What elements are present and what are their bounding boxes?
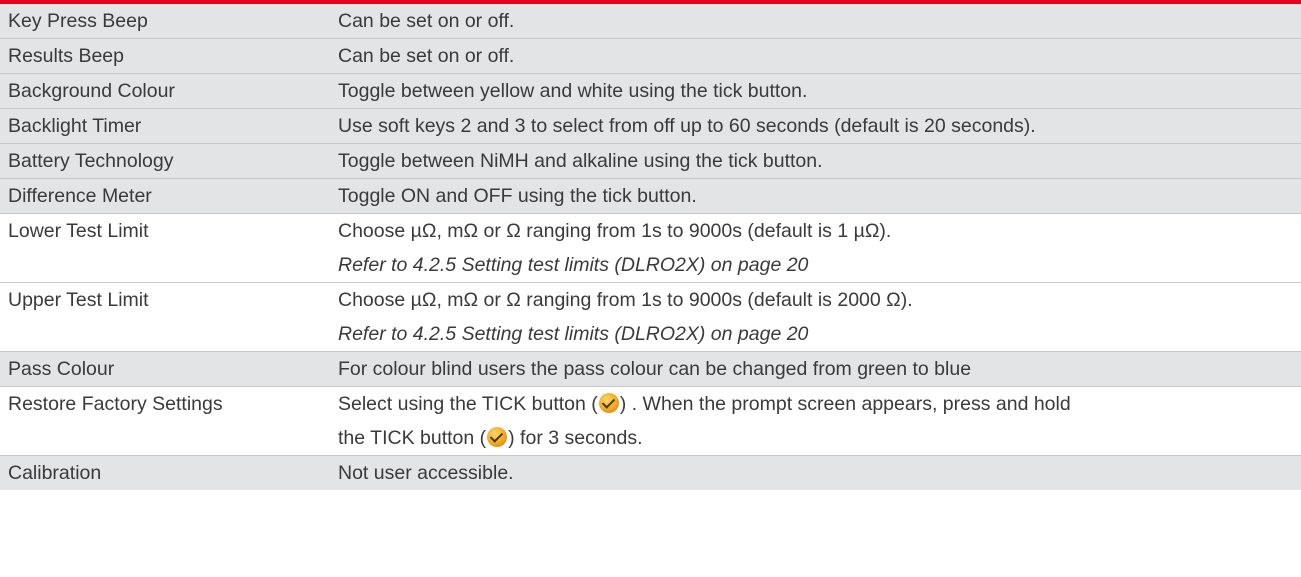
table-row: Lower Test Limit Choose µΩ, mΩ or Ω rang… (0, 213, 1301, 283)
setting-description: Select using the TICK button ( ) . When t… (330, 386, 1301, 456)
setting-description: Choose µΩ, mΩ or Ω ranging from 1s to 90… (330, 282, 1301, 352)
setting-name: Background Colour (0, 73, 330, 109)
setting-name: Upper Test Limit (0, 282, 330, 352)
table-row: Backlight Timer Use soft keys 2 and 3 to… (0, 108, 1301, 144)
setting-description: Toggle ON and OFF using the tick button. (330, 178, 1301, 214)
setting-description: Can be set on or off. (330, 4, 1301, 39)
settings-table: Key Press Beep Can be set on or off. Res… (0, 4, 1301, 490)
setting-description: Use soft keys 2 and 3 to select from off… (330, 108, 1301, 144)
cross-reference: Refer to 4.2.5 Setting test limits (DLRO… (338, 323, 809, 345)
table-row: Pass Colour For colour blind users the p… (0, 351, 1301, 387)
setting-description: Toggle between yellow and white using th… (330, 73, 1301, 109)
table-row: Background Colour Toggle between yellow … (0, 73, 1301, 109)
table-row: Results Beep Can be set on or off. (0, 38, 1301, 74)
description-line: the TICK button ( ) for 3 seconds. (338, 421, 1293, 455)
description-text: Choose µΩ, mΩ or Ω ranging from 1s to 90… (338, 289, 913, 311)
tick-button-icon (487, 427, 508, 447)
setting-name: Results Beep (0, 38, 330, 74)
setting-name: Backlight Timer (0, 108, 330, 144)
setting-description: Choose µΩ, mΩ or Ω ranging from 1s to 90… (330, 213, 1301, 283)
description-text: ) for 3 seconds. (508, 427, 643, 449)
tick-button-icon (598, 393, 619, 413)
table-row: Battery Technology Toggle between NiMH a… (0, 143, 1301, 179)
description-text: ) . When the prompt screen appears, pres… (619, 393, 1071, 415)
cross-reference: Refer to 4.2.5 Setting test limits (DLRO… (338, 254, 809, 276)
setting-description: Not user accessible. (338, 462, 514, 484)
table-row: Restore Factory Settings Select using th… (0, 386, 1301, 456)
description-text: the TICK button ( (338, 427, 487, 449)
setting-description: For colour blind users the pass colour c… (330, 351, 1301, 387)
description-text: Choose µΩ, mΩ or Ω ranging from 1s to 90… (338, 220, 892, 242)
table-row: Upper Test Limit Choose µΩ, mΩ or Ω rang… (0, 282, 1301, 352)
setting-description: Can be set on or off. (330, 38, 1301, 74)
setting-description: Toggle between NiMH and alkaline using t… (330, 143, 1301, 179)
setting-name: Lower Test Limit (0, 213, 330, 283)
setting-name: Calibration (8, 462, 102, 484)
description-text: Select using the TICK button ( (338, 393, 598, 415)
setting-name: Restore Factory Settings (0, 386, 330, 456)
table-row: Difference Meter Toggle ON and OFF using… (0, 178, 1301, 214)
table-row: Key Press Beep Can be set on or off. (0, 4, 1301, 39)
setting-name: Difference Meter (0, 178, 330, 214)
setting-name: Pass Colour (0, 351, 330, 387)
description-line: Select using the TICK button ( ) . When t… (338, 387, 1293, 421)
setting-name: Battery Technology (0, 143, 330, 179)
table-row: Calibration Not user accessible. (0, 455, 1301, 490)
setting-name: Key Press Beep (0, 4, 330, 39)
